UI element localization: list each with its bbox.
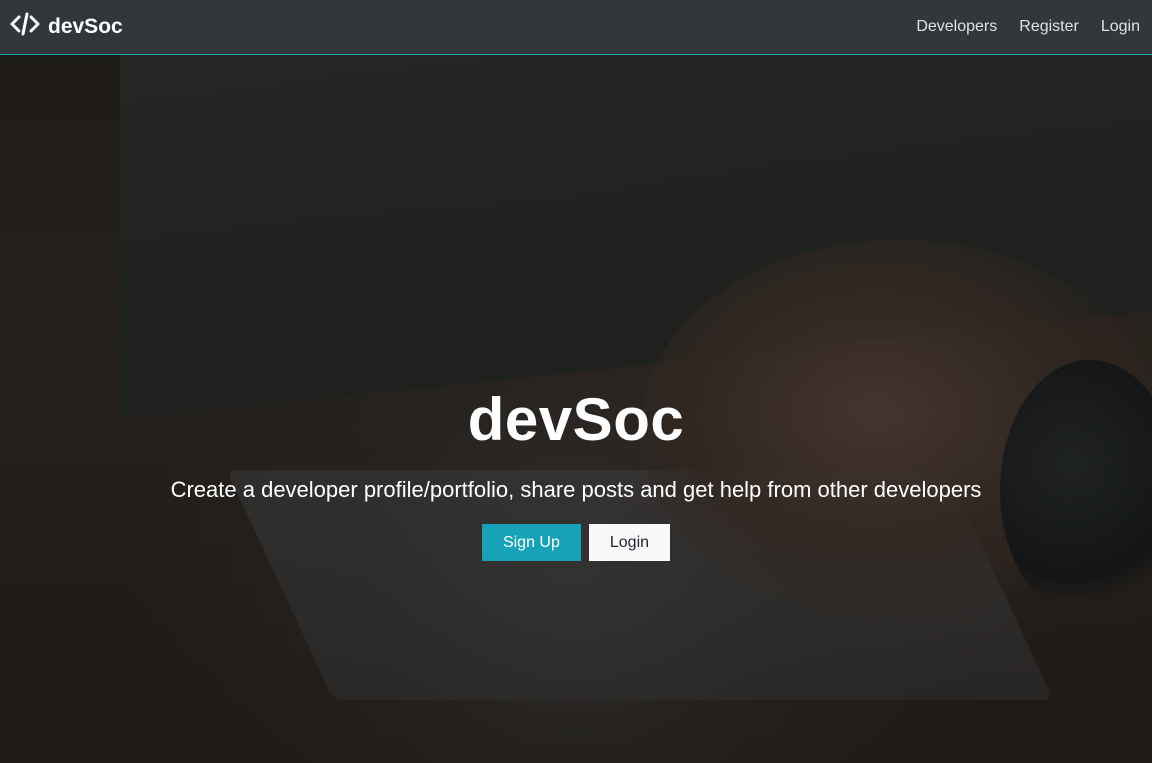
navbar: devSoc Developers Register Login [0,0,1152,55]
brand-link[interactable]: devSoc [10,12,123,42]
hero-buttons: Sign Up Login [0,524,1152,561]
login-button[interactable]: Login [588,524,671,561]
nav-links: Developers Register Login [916,14,1140,40]
nav-register-link[interactable]: Register [1019,14,1079,40]
hero-title: devSoc [467,386,685,453]
brand-label: devSoc [48,15,123,38]
hero-section: devSoc Create a developer profile/portfo… [0,380,1152,561]
code-icon [10,12,40,42]
hero-subtitle: Create a developer profile/portfolio, sh… [170,477,982,502]
nav-developers-link[interactable]: Developers [916,14,997,40]
signup-button[interactable]: Sign Up [481,524,581,561]
nav-login-link[interactable]: Login [1101,14,1140,40]
